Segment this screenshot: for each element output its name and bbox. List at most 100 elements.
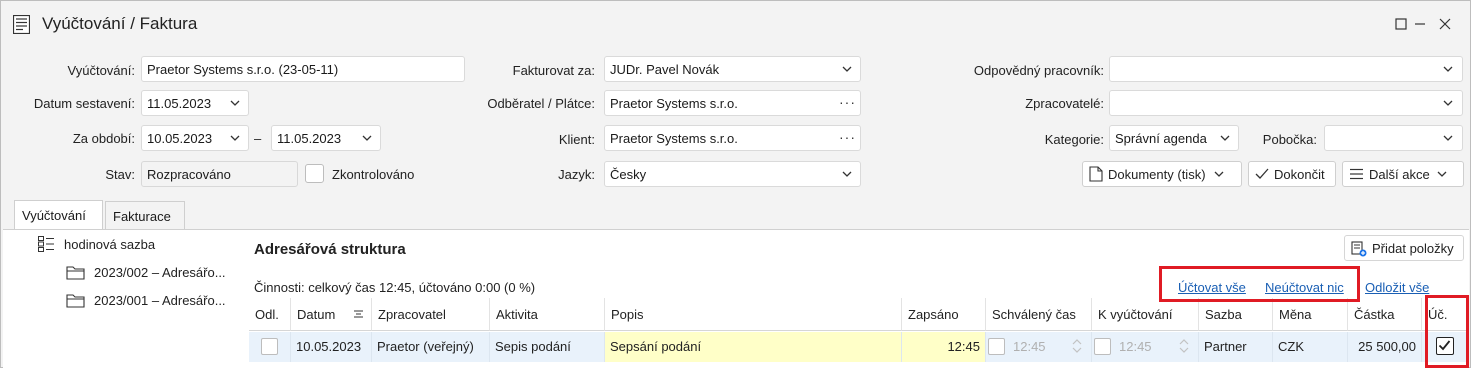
odberatel-label: Odběratel / Plátce:	[487, 96, 595, 111]
vyuctovani-field[interactable]: Praetor Systems s.r.o. (23-05-11)	[141, 56, 465, 82]
fakturovat-za-select[interactable]: JUDr. Pavel Novák	[604, 56, 861, 82]
close-button[interactable]	[1428, 9, 1462, 39]
jazyk-value: Česky	[610, 167, 647, 182]
column-header-odl[interactable]: Odl.	[249, 298, 291, 331]
cell-odl	[249, 332, 291, 362]
za-obdobi-from-field[interactable]: 10.05.2023	[141, 125, 249, 151]
fakturovat-za-label: Fakturovat za:	[512, 63, 595, 78]
zkontrolovano-checkbox[interactable]	[305, 164, 324, 183]
column-header-castka[interactable]: Částka	[1348, 298, 1422, 331]
pobocka-select[interactable]	[1324, 125, 1463, 151]
chevron-down-icon	[842, 66, 852, 72]
tab-vyuctovani[interactable]: Vyúčtování	[14, 200, 103, 230]
cell-aktivita[interactable]: Sepis podání	[490, 332, 605, 362]
tree-item[interactable]: 2023/001 – Adresářo...	[66, 293, 226, 308]
tree-item[interactable]: 2023/002 – Adresářo...	[66, 265, 226, 280]
fakturovat-za-value: JUDr. Pavel Novák	[610, 62, 720, 77]
maximize-icon	[1395, 18, 1407, 30]
cell-k-vyuctovani: 12:45	[1092, 332, 1199, 362]
column-header-k-vyuctovani[interactable]: K vyúčtování	[1092, 298, 1199, 331]
dalsi-akce-button[interactable]: Další akce	[1342, 161, 1464, 187]
column-header-zpracovatel[interactable]: Zpracovatel	[372, 298, 490, 331]
stav-label: Stav:	[105, 167, 135, 182]
dalsi-akce-label: Další akce	[1369, 166, 1430, 182]
column-header-popis[interactable]: Popis	[605, 298, 902, 331]
checkmark-icon	[1255, 168, 1269, 179]
cell-mena[interactable]: CZK	[1273, 332, 1348, 362]
column-header-datum[interactable]: Datum	[291, 298, 372, 331]
vyuctovani-value: Praetor Systems s.r.o. (23-05-11)	[147, 62, 339, 77]
dokoncit-label: Dokončit	[1274, 166, 1325, 182]
odlozit-vse-link[interactable]: Odložit vše	[1365, 280, 1429, 295]
chevron-down-icon	[1214, 171, 1223, 177]
more-icon[interactable]: ···	[839, 94, 856, 110]
k-vyuctovani-value: 12:45	[1119, 339, 1152, 354]
dokoncit-button[interactable]: Dokončit	[1248, 161, 1336, 187]
column-header-datum-label: Datum	[297, 307, 336, 322]
odl-checkbox[interactable]	[261, 338, 278, 355]
cell-datum[interactable]: 10.05.2023	[291, 332, 372, 362]
chevron-down-icon	[842, 171, 852, 177]
pridat-polozky-button[interactable]: Přidat položky	[1344, 235, 1464, 261]
spinner-icon	[1072, 339, 1082, 353]
datum-sestaveni-field[interactable]: 11.05.2023	[141, 90, 249, 116]
zpracovatele-select[interactable]	[1109, 90, 1463, 116]
folder-icon	[66, 266, 85, 280]
add-items-icon	[1351, 240, 1367, 256]
za-obdobi-to-value: 11.05.2023	[277, 131, 342, 146]
maximize-button[interactable]	[1384, 9, 1418, 39]
column-header-schvaleny-cas[interactable]: Schválený čas	[986, 298, 1092, 331]
schvaleny-cas-value: 12:45	[1013, 339, 1046, 354]
chevron-down-icon	[1443, 66, 1453, 72]
cell-zapsano[interactable]: 12:45	[902, 332, 986, 362]
zkontrolovano-label: Zkontrolováno	[332, 167, 415, 182]
za-obdobi-to-field[interactable]: 11.05.2023	[271, 125, 381, 151]
tree-structure-icon	[38, 236, 54, 252]
vyuctovani-label: Vyúčtování:	[67, 63, 135, 78]
cell-zpracovatel[interactable]: Praetor (veřejný)	[372, 332, 490, 362]
schvaleny-cas-checkbox[interactable]	[988, 338, 1005, 355]
k-vyuctovani-checkbox[interactable]	[1094, 338, 1111, 355]
highlight-box	[1425, 295, 1469, 368]
tree-item-label: 2023/001 – Adresářo...	[94, 293, 226, 308]
tab-fakturace[interactable]: Fakturace	[105, 201, 185, 229]
dokumenty-label: Dokumenty (tisk)	[1108, 166, 1206, 182]
odberatel-field[interactable]: Praetor Systems s.r.o. ···	[604, 90, 861, 116]
cell-sazba[interactable]: Partner	[1199, 332, 1273, 362]
cell-castka[interactable]: 25 500,00	[1348, 332, 1422, 362]
more-icon[interactable]: ···	[839, 129, 856, 145]
spinner-icon	[1179, 339, 1189, 353]
zpracovatele-label: Zpracovatelé:	[1025, 96, 1104, 111]
kategorie-select[interactable]: Správní agenda	[1109, 125, 1239, 151]
tree-root[interactable]: hodinová sazba	[38, 236, 155, 252]
column-header-sazba[interactable]: Sazba	[1199, 298, 1273, 331]
chevron-down-icon	[1437, 171, 1447, 177]
odberatel-value: Praetor Systems s.r.o.	[610, 96, 738, 111]
cell-popis[interactable]: Sepsání podání	[605, 332, 902, 362]
activity-summary: Činnosti: celkový čas 12:45, účtováno 0:…	[254, 280, 536, 295]
kategorie-value: Správní agenda	[1115, 131, 1207, 146]
pobocka-label: Pobočka:	[1262, 132, 1317, 147]
column-header-mena[interactable]: Měna	[1273, 298, 1348, 331]
column-header-aktivita[interactable]: Aktivita	[490, 298, 605, 331]
tree-item-label: 2023/002 – Adresářo...	[94, 265, 226, 280]
close-icon	[1439, 18, 1451, 30]
chevron-down-icon	[1443, 100, 1453, 106]
chevron-down-icon	[362, 135, 372, 141]
document-icon	[13, 15, 30, 34]
activity-table: Odl. Datum Zpracovatel Aktivita Popis Za…	[249, 298, 1469, 369]
document-icon	[1089, 166, 1103, 182]
jazyk-select[interactable]: Česky	[604, 161, 861, 187]
za-obdobi-label: Za období:	[72, 131, 135, 146]
chevron-down-icon	[1443, 135, 1453, 141]
odpovedny-select[interactable]	[1109, 56, 1463, 82]
pridat-polozky-label: Přidat položky	[1372, 240, 1454, 256]
column-header-zapsano[interactable]: Zapsáno	[902, 298, 986, 331]
cell-schvaleny-cas: 12:45	[986, 332, 1092, 362]
dokumenty-button[interactable]: Dokumenty (tisk)	[1082, 161, 1242, 187]
klient-field[interactable]: Praetor Systems s.r.o. ···	[604, 125, 861, 151]
jazyk-label: Jazyk:	[558, 167, 595, 182]
chevron-down-icon	[230, 100, 240, 106]
sort-icon	[354, 310, 363, 318]
menu-icon	[1350, 168, 1363, 180]
